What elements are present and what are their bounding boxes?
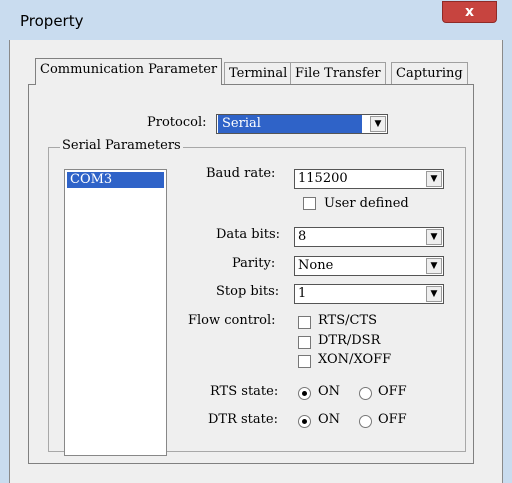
user-defined-label: User defined: [324, 196, 409, 211]
serial-parameters-label: Serial Parameters: [60, 138, 183, 153]
data-bits-select[interactable]: 8 ▼: [294, 227, 444, 247]
property-window: Property x Communication Parameter Termi…: [0, 0, 512, 483]
parity-value: None: [298, 258, 334, 273]
rts-on-label: ON: [318, 384, 341, 399]
dtr-on-radio[interactable]: [298, 415, 311, 428]
flow-control-label: Flow control:: [188, 313, 276, 328]
chevron-down-icon[interactable]: ▼: [426, 286, 442, 302]
parity-select[interactable]: None ▼: [294, 256, 444, 276]
rts-cts-checkbox[interactable]: [298, 316, 311, 329]
data-bits-label: Data bits:: [216, 227, 281, 242]
rts-state-label: RTS state:: [210, 384, 279, 399]
dtr-dsr-checkbox[interactable]: [298, 336, 311, 349]
dtr-off-radio[interactable]: [359, 415, 372, 428]
protocol-select[interactable]: Serial ▼: [216, 114, 388, 134]
stop-bits-value: 1: [298, 286, 307, 301]
protocol-label: Protocol:: [147, 115, 207, 130]
data-bits-value: 8: [298, 229, 307, 244]
user-defined-checkbox[interactable]: [303, 197, 316, 210]
rts-cts-label: RTS/CTS: [318, 313, 378, 328]
chevron-down-icon[interactable]: ▼: [426, 171, 442, 187]
xon-xoff-checkbox[interactable]: [298, 355, 311, 368]
dtr-state-label: DTR state:: [208, 412, 278, 427]
rts-off-label: OFF: [378, 384, 407, 399]
chevron-down-icon[interactable]: ▼: [426, 229, 442, 245]
port-listbox[interactable]: COM3: [64, 169, 167, 456]
chevron-down-icon[interactable]: ▼: [370, 116, 386, 132]
baud-rate-select[interactable]: 115200 ▼: [294, 169, 444, 189]
dtr-off-label: OFF: [378, 412, 407, 427]
dtr-dsr-label: DTR/DSR: [318, 333, 381, 348]
baud-rate-value: 115200: [298, 171, 348, 186]
protocol-value: Serial: [218, 115, 362, 133]
list-item[interactable]: COM3: [67, 172, 164, 188]
baud-rate-label: Baud rate:: [206, 166, 276, 181]
parity-label: Parity:: [232, 256, 276, 271]
rts-off-radio[interactable]: [359, 387, 372, 400]
stop-bits-select[interactable]: 1 ▼: [294, 284, 444, 304]
chevron-down-icon[interactable]: ▼: [426, 258, 442, 274]
dtr-on-label: ON: [318, 412, 341, 427]
xon-xoff-label: XON/XOFF: [318, 352, 392, 367]
rts-on-radio[interactable]: [298, 387, 311, 400]
stop-bits-label: Stop bits:: [216, 284, 280, 299]
